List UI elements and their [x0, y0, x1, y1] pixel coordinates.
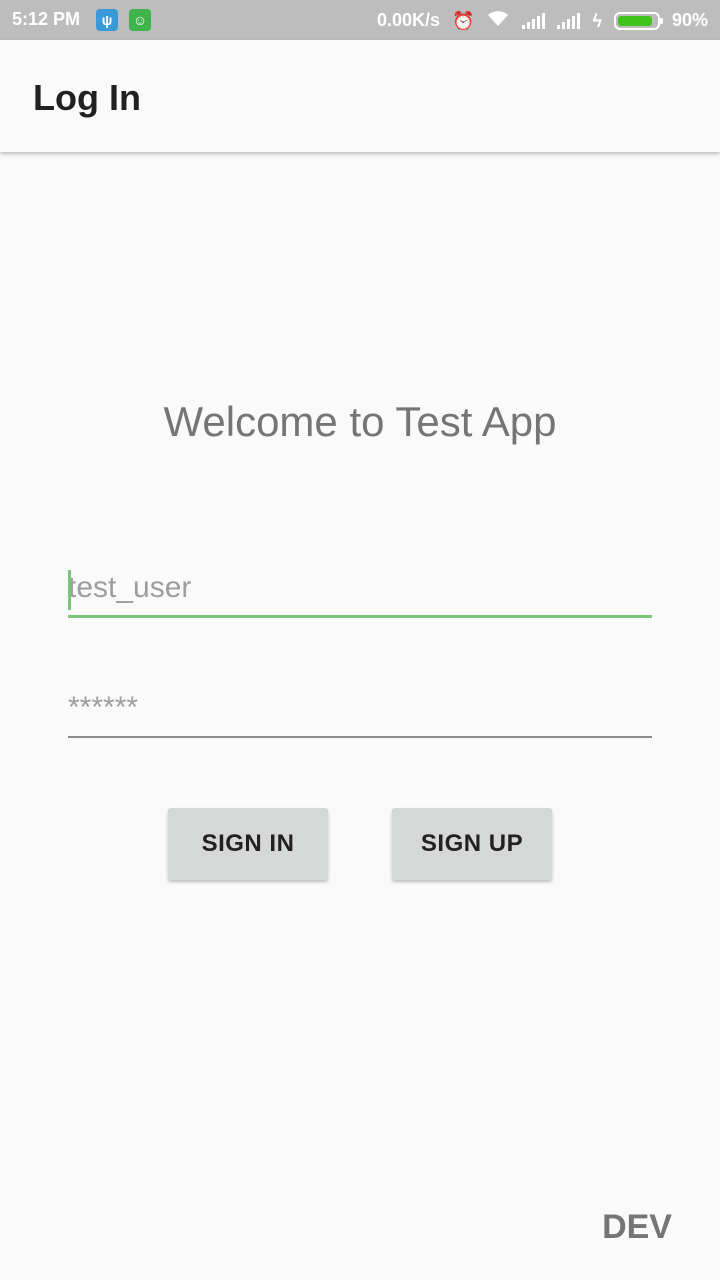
signal-icon	[522, 12, 546, 29]
app-bar: Log In	[0, 40, 720, 152]
charging-icon: ϟ	[592, 10, 602, 31]
usb-icon: ψ	[96, 9, 118, 31]
username-input[interactable]	[68, 562, 652, 614]
username-field[interactable]	[68, 562, 652, 618]
status-bar: 5:12 PM ψ ☺ 0.00K/s ⏰ ϟ 90%	[0, 0, 720, 40]
battery-icon	[613, 11, 663, 30]
env-label: DEV	[602, 1208, 672, 1246]
signal-icon	[557, 12, 581, 29]
cat-app-icon: ☺	[129, 9, 151, 31]
sign-in-button[interactable]: SIGN IN	[168, 808, 328, 880]
status-indicators: 0.00K/s ⏰ ϟ 90%	[377, 9, 708, 32]
welcome-text: Welcome to Test App	[163, 398, 557, 445]
page-title: Log In	[33, 77, 141, 118]
text-cursor	[68, 570, 71, 610]
network-speed: 0.00K/s	[376, 10, 441, 30]
wifi-icon	[486, 9, 510, 32]
battery-percent: 90%	[671, 10, 708, 30]
password-input[interactable]	[68, 682, 652, 734]
password-field[interactable]	[68, 682, 652, 738]
battery-fill	[617, 15, 653, 26]
status-time: 5:12 PM	[12, 9, 81, 29]
alarm-icon: ⏰	[452, 10, 475, 31]
username-underline	[68, 615, 652, 618]
sign-up-button[interactable]: SIGN UP	[392, 808, 552, 880]
password-underline	[68, 736, 652, 738]
